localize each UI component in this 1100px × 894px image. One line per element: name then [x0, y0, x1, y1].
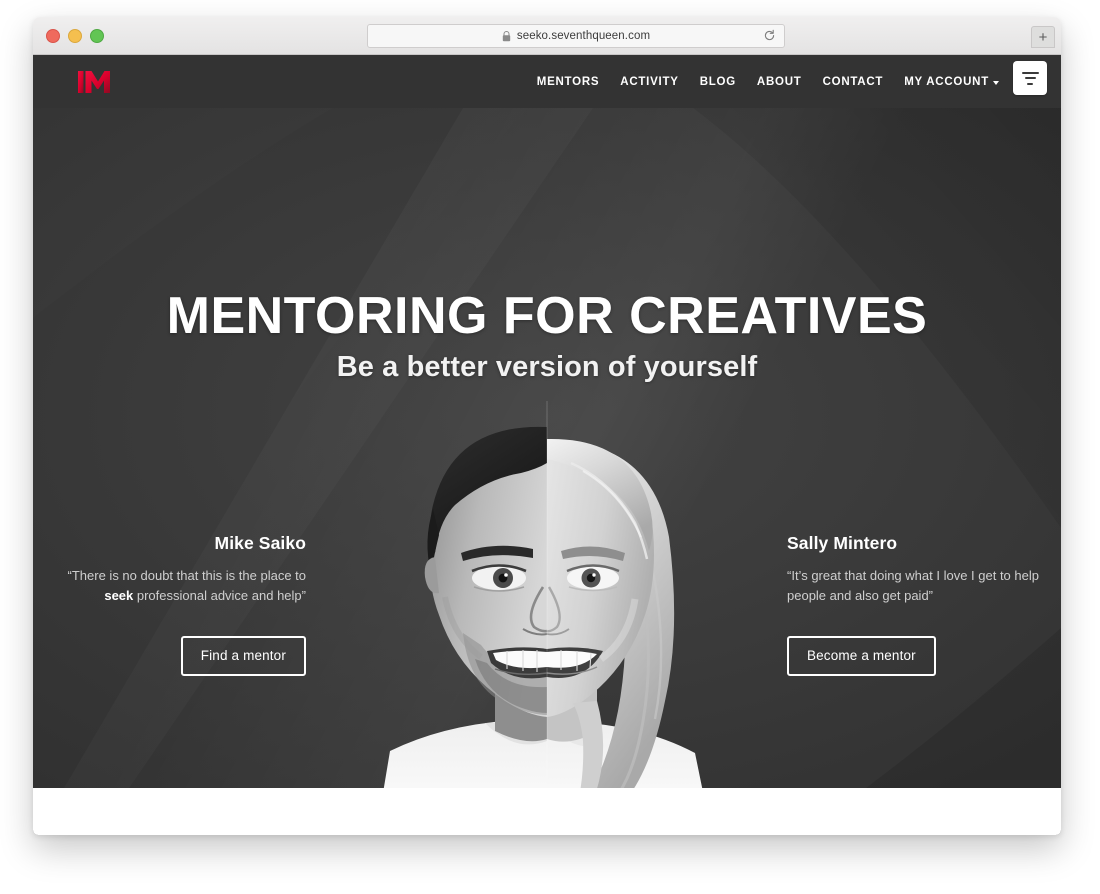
lock-icon [502, 30, 511, 42]
nav-item-about[interactable]: ABOUT [757, 76, 802, 88]
address-bar-url: seeko.seventhqueen.com [516, 30, 651, 42]
reload-icon[interactable] [762, 28, 777, 43]
split-face-portrait-image [376, 401, 712, 835]
address-bar[interactable]: seeko.seventhqueen.com [367, 24, 785, 48]
hero-section: MENTORING FOR CREATIVES Be a better vers… [33, 108, 1061, 835]
nav-item-blog[interactable]: BLOG [700, 76, 736, 88]
testimonial-mentor: Sally Mintero “It’s great that doing wha… [787, 533, 1045, 676]
nav-label: MENTORS [536, 75, 600, 88]
below-fold-section [33, 788, 1061, 835]
nav-label: MY ACCOUNT [904, 75, 989, 88]
filter-menu-button[interactable] [1013, 61, 1047, 95]
nav-label: CONTACT [822, 75, 884, 88]
become-a-mentor-button[interactable]: Become a mentor [787, 636, 936, 676]
testimonial-quote: “There is no doubt that this is the plac… [48, 566, 306, 606]
hero-title: MENTORING FOR CREATIVES [166, 287, 928, 345]
minimize-window-button[interactable] [68, 29, 82, 43]
quote-part-1: “It’s great that doing what I love I get… [787, 568, 1039, 603]
logo-m-icon [78, 71, 110, 93]
testimonial-name: Sally Mintero [787, 533, 898, 553]
menu-line-icon [1027, 82, 1033, 85]
nav-label: ABOUT [756, 75, 802, 88]
new-tab-button[interactable]: + [1031, 26, 1055, 48]
quote-part-2: professional advice and help” [133, 588, 306, 603]
menu-line-icon [1021, 71, 1039, 74]
browser-toolbar: seeko.seventhqueen.com + [33, 17, 1061, 55]
site-header: MENTORS ACTIVITY BLOG ABOUT CONTACT MY A… [33, 55, 1061, 108]
testimonial-quote: “It’s great that doing what I love I get… [787, 566, 1045, 606]
testimonial-name: Mike Saiko [214, 533, 306, 553]
menu-line-icon [1024, 77, 1036, 79]
nav-label: ACTIVITY [620, 75, 679, 88]
browser-window: seeko.seventhqueen.com + MENTORS ACTIVIT… [33, 17, 1061, 835]
nav-label: BLOG [699, 75, 736, 88]
window-controls [46, 29, 104, 43]
primary-nav: MENTORS ACTIVITY BLOG ABOUT CONTACT MY A… [537, 76, 999, 88]
site-logo[interactable] [72, 61, 114, 101]
nav-item-mentors[interactable]: MENTORS [537, 76, 600, 88]
quote-part-1: “There is no doubt that this is the plac… [67, 568, 306, 583]
close-window-button[interactable] [46, 29, 60, 43]
find-a-mentor-button[interactable]: Find a mentor [180, 636, 306, 676]
quote-emphasis: seek [104, 588, 134, 603]
web-page: MENTORS ACTIVITY BLOG ABOUT CONTACT MY A… [33, 55, 1061, 835]
nav-item-activity[interactable]: ACTIVITY [620, 76, 678, 88]
nav-item-contact[interactable]: CONTACT [823, 76, 884, 88]
chevron-down-icon [993, 80, 999, 85]
nav-item-my-account[interactable]: MY ACCOUNT [904, 76, 999, 88]
testimonial-mentee: Mike Saiko “There is no doubt that this … [48, 533, 306, 676]
maximize-window-button[interactable] [90, 29, 104, 43]
hero-subtitle: Be a better version of yourself [336, 351, 758, 383]
